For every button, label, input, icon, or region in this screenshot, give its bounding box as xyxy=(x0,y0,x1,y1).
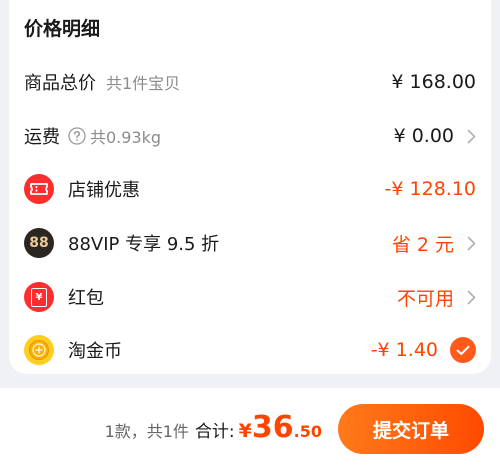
subtotal-label: 商品总价 xyxy=(24,73,96,94)
gold-coin-amount: -¥ 1.40 xyxy=(370,339,438,361)
red-packet-row[interactable]: ¥ 红包 不可用 xyxy=(24,280,476,314)
total-integer: 36 xyxy=(251,410,294,445)
total-label: 合计: xyxy=(194,422,235,442)
price-detail-card: 价格明细 商品总价 共1件宝贝 ¥ 168.00 运费 共0.93kg ¥ 0.… xyxy=(9,0,491,374)
price-detail-title: 价格明细 xyxy=(24,18,101,40)
subtotal-amount: ¥ 168.00 xyxy=(391,71,476,93)
total-currency: ¥ xyxy=(238,420,252,442)
gold-coin-label: 淘金币 xyxy=(68,341,122,362)
shipping-label: 运费 xyxy=(24,127,60,148)
help-circle-icon[interactable] xyxy=(68,127,86,145)
order-summary: 1款，共1件 合计: ¥ 36 .50 xyxy=(105,410,322,450)
red-packet-status: 不可用 xyxy=(396,287,454,310)
shipping-amount: ¥ 0.00 xyxy=(393,125,454,147)
chevron-right-icon xyxy=(458,226,476,260)
vip-discount-amount: 省 2 元 xyxy=(391,233,454,256)
vip-discount-label: 88VIP 专享 9.5 折 xyxy=(68,234,220,255)
red-packet-icon-text: ¥ xyxy=(31,287,47,307)
chevron-right-icon xyxy=(458,280,476,314)
red-packet-label: 红包 xyxy=(68,288,104,309)
checkout-bar: 1款，共1件 合计: ¥ 36 .50 提交订单 xyxy=(0,388,500,465)
subtotal-row: 商品总价 共1件宝贝 ¥ 168.00 xyxy=(24,65,476,99)
store-discount-row[interactable]: 店铺优惠 -¥ 128.10 xyxy=(24,172,476,206)
gold-coin-icon xyxy=(24,335,54,365)
gold-coin-check-icon[interactable] xyxy=(450,337,476,363)
shipping-weight: 共0.93kg xyxy=(90,128,162,147)
ticket-icon xyxy=(24,174,54,204)
chevron-right-icon xyxy=(458,119,476,153)
vip-88-icon-text: 88 xyxy=(29,235,49,251)
shipping-row[interactable]: 运费 共0.93kg ¥ 0.00 xyxy=(24,119,476,153)
vip-88-icon: 88 xyxy=(24,228,54,258)
store-discount-amount: -¥ 128.10 xyxy=(384,178,476,200)
submit-order-button[interactable]: 提交订单 xyxy=(338,404,484,454)
vip-discount-row[interactable]: 88 88VIP 专享 9.5 折 省 2 元 xyxy=(24,226,476,260)
gold-coin-row[interactable]: 淘金币 -¥ 1.40 xyxy=(24,333,476,367)
total-decimal: .50 xyxy=(293,422,322,441)
store-discount-label: 店铺优惠 xyxy=(68,180,140,201)
item-count: 1款，共1件 xyxy=(104,422,189,441)
subtotal-item-count: 共1件宝贝 xyxy=(106,74,181,93)
red-packet-icon: ¥ xyxy=(24,282,54,312)
